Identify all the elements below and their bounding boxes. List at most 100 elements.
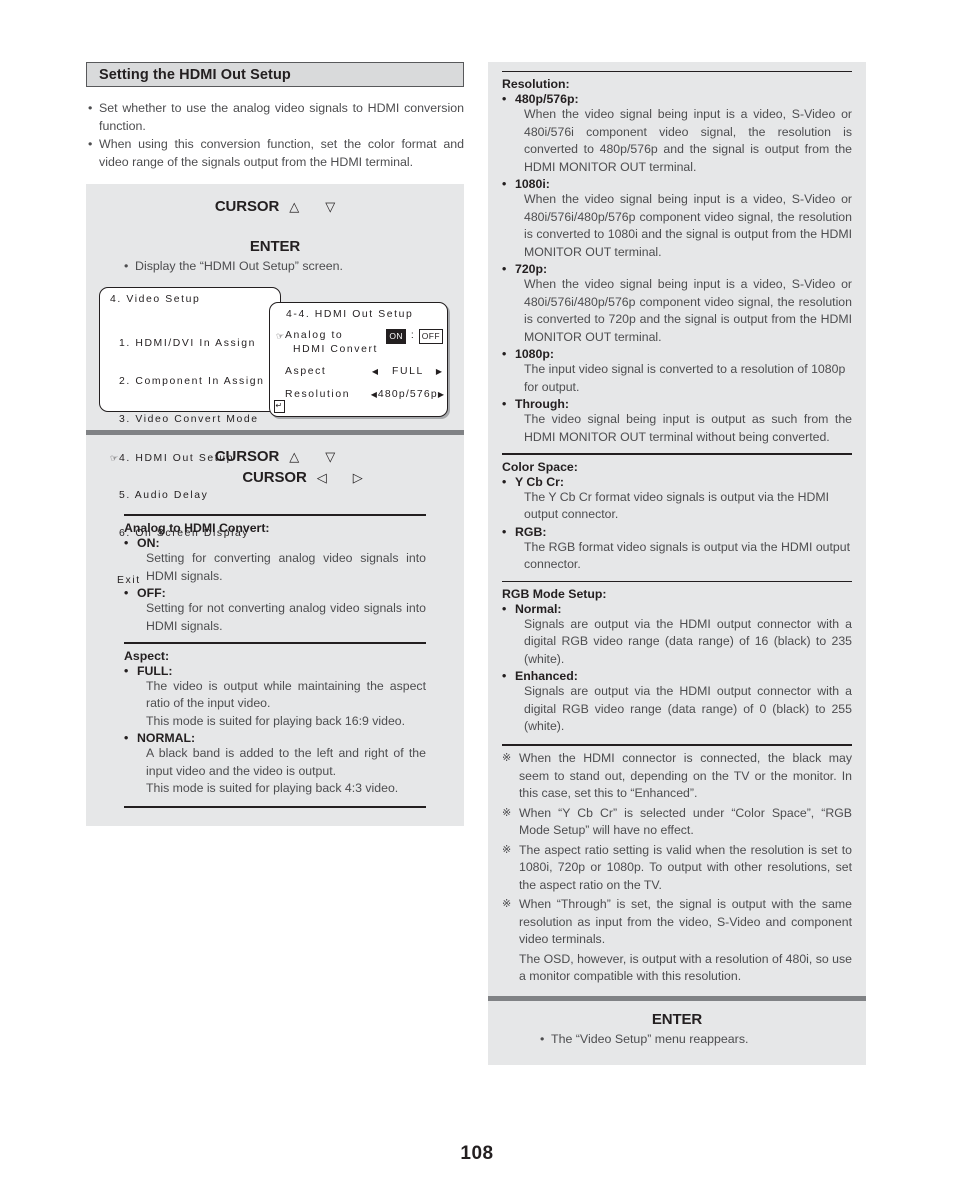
intro-bullet-text: Set whether to use the analog video sign… <box>99 101 464 133</box>
definition-term-label: RGB: <box>515 524 547 539</box>
osd-menu-item-label: 5. Audio Delay <box>119 490 209 502</box>
osd-aspect-value: FULL <box>392 366 424 378</box>
bullet-icon: • <box>540 1031 545 1046</box>
osd-menu-item-label: 4. HDMI Out Setup <box>119 452 234 464</box>
note-text: The aspect ratio setting is valid when t… <box>519 842 852 892</box>
note-spacer <box>502 951 519 986</box>
bullet-icon: • <box>88 137 93 152</box>
osd-menu-item: 3. Video Convert Mode <box>110 414 280 427</box>
osd-menu-item: 1. HDMI/DVI In Assign <box>110 338 280 351</box>
osd-cursor-icon: ☞ <box>276 330 285 341</box>
osd-menu-item: 6. On Screen Display <box>110 528 280 541</box>
definition-heading: Aspect: <box>124 648 170 663</box>
intro-bullet: • Set whether to use the analog video si… <box>88 100 464 135</box>
enter-label: ENTER <box>651 1010 703 1028</box>
definition-body: When the video signal being input is a v… <box>524 277 852 344</box>
bullet-icon: • <box>88 101 93 115</box>
osd-video-setup-menu: 4. Video Setup 1. HDMI/DVI In Assign 2. … <box>99 286 281 586</box>
definition-term: • RGB: <box>502 525 852 539</box>
osd-exit-item: Exit <box>117 574 141 586</box>
intro-bullet: • When using this conversion function, s… <box>88 136 464 171</box>
definition-heading: RGB Mode Setup: <box>502 586 607 601</box>
rule <box>502 580 852 582</box>
cursor-right-icon: ▷ <box>352 469 363 485</box>
enter-key-line: ENTER <box>488 1011 866 1028</box>
note-item: ※ When “Y Cb Cr” is selected under “Colo… <box>502 805 852 840</box>
osd-chip-separator: : <box>410 329 414 341</box>
osd-analog-convert-label-line2: HDMI Convert <box>293 343 379 355</box>
bullet-icon: • <box>124 586 129 601</box>
osd-off-chip[interactable]: OFF <box>418 328 443 344</box>
definition-term: • 480p/576p: <box>502 92 852 106</box>
note-item: ※ When the HDMI connector is connected, … <box>502 750 852 803</box>
note-marker-icon: ※ <box>502 843 512 856</box>
rule <box>124 642 426 644</box>
definition-term: • OFF: <box>124 586 426 600</box>
intro-bullet-list: • Set whether to use the analog video si… <box>86 100 464 171</box>
note-marker-icon: ※ <box>502 752 512 765</box>
definition-body: Setting for not converting analog video … <box>146 601 426 633</box>
osd-menu-item-selected: ☞4. HDMI Out Setup <box>110 452 280 466</box>
definition-term: • Through: <box>502 397 852 411</box>
osd-menu-item: 5. Audio Delay <box>110 490 280 503</box>
osd-hdmi-out-setup-menu: 4-4. HDMI Out Setup ☞ Analog to ON : OFF… <box>269 301 448 417</box>
definition-term-label: OFF: <box>137 586 166 601</box>
right-definitions-panel: Resolution: • 480p/576p: When the video … <box>488 62 866 996</box>
note-text: When “Through” is set, the signal is out… <box>519 897 852 947</box>
definition-body: The video signal being input is output a… <box>524 412 852 444</box>
osd-menu-item-label: 1. HDMI/DVI In Assign <box>119 338 256 350</box>
definition-term-label: Through: <box>515 397 569 412</box>
definition-aspect: Aspect: • FULL: The video is output whil… <box>124 649 426 798</box>
bullet-icon: • <box>502 669 507 684</box>
note-tail-text: The OSD, however, is output with a resol… <box>519 951 852 984</box>
definition-term-label: NORMAL: <box>137 731 196 746</box>
bullet-icon: • <box>124 663 129 678</box>
osd-aspect-left-arrow-icon[interactable]: ◀ <box>372 366 378 379</box>
definition-body: Signals are output via the HDMI output c… <box>524 616 852 666</box>
definition-resolution: Resolution: • 480p/576p: When the video … <box>502 77 852 446</box>
definition-color-space: Color Space: • Y Cb Cr: The Y Cb Cr form… <box>502 460 852 574</box>
intro-bullet-text: When using this conversion function, set… <box>99 137 464 169</box>
cursor-label: CURSOR <box>214 198 280 216</box>
osd-resolution-right-arrow-icon[interactable]: ▶ <box>438 389 444 402</box>
definition-term: • Enhanced: <box>502 669 852 683</box>
osd-analog-convert-row: ☞ Analog to ON : OFF <box>270 328 447 344</box>
rule <box>124 805 426 809</box>
osd-illustration: 4. Video Setup 1. HDMI/DVI In Assign 2. … <box>86 284 464 586</box>
cursor-down-icon: ▽ <box>325 199 336 215</box>
definition-body: When the video signal being input is a v… <box>524 192 852 259</box>
cursor-enter-panel: CURSOR △ ▽ ENTER • Display the “HDMI Out… <box>86 184 464 586</box>
osd-on-chip[interactable]: ON <box>386 328 406 344</box>
osd-aspect-right-arrow-icon[interactable]: ▶ <box>436 366 442 379</box>
enter-note-text: Display the “HDMI Out Setup” screen. <box>135 259 343 274</box>
definition-body: The Y Cb Cr format video signals is outp… <box>524 489 830 522</box>
bullet-icon: • <box>502 601 507 616</box>
definition-term-label: 1080p: <box>515 347 554 362</box>
section-title-bar: Setting the HDMI Out Setup <box>86 62 464 87</box>
definition-body: The input video signal is converted to a… <box>524 362 846 394</box>
definition-heading: Color Space: <box>502 459 578 474</box>
osd-cursor-icon: ☞ <box>110 452 119 463</box>
notes-list: ※ When the HDMI connector is connected, … <box>502 750 852 986</box>
osd-enter-glyph-icon: ↵ <box>274 399 285 413</box>
osd-resolution-row: Resolution ◀ 480p/576p ▶ <box>270 389 447 402</box>
definition-term-label: 480p/576p: <box>515 92 579 107</box>
osd-aspect-label: Aspect <box>285 366 327 378</box>
definition-body: Signals are output via the HDMI output c… <box>524 684 852 734</box>
cursor-up-icon: △ <box>289 199 300 215</box>
definition-term-label: Y Cb Cr: <box>515 474 564 489</box>
osd-resolution-left-arrow-icon[interactable]: ◀ <box>371 389 377 402</box>
right-column: Resolution: • 480p/576p: When the video … <box>488 62 866 1066</box>
definition-heading: Resolution: <box>502 77 570 92</box>
osd-aspect-row: Aspect ◀ FULL ▶ <box>270 366 447 379</box>
enter-label: ENTER <box>249 238 301 256</box>
definition-body: The video is output while maintaining th… <box>146 678 426 728</box>
bullet-icon: • <box>502 177 507 192</box>
left-column: Setting the HDMI Out Setup • Set whether… <box>86 62 464 827</box>
section-title: Setting the HDMI Out Setup <box>99 66 291 83</box>
definition-body: When the video signal being input is a v… <box>524 107 852 174</box>
note-text: When the HDMI connector is connected, th… <box>519 751 852 801</box>
note-item: ※ The aspect ratio setting is valid when… <box>502 842 852 895</box>
osd-menu-item-label: 6. On Screen Display <box>119 528 250 540</box>
osd-menu-item: 2. Component In Assign <box>110 376 280 389</box>
